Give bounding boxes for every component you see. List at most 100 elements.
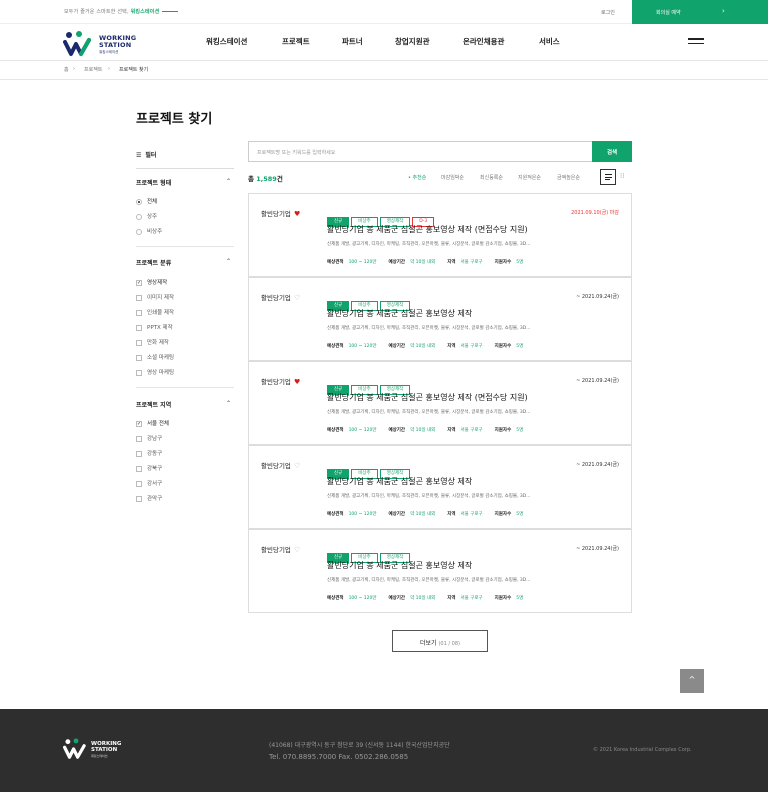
applicants-value: 5명 xyxy=(516,596,524,601)
sort-latest[interactable]: 최신등록순 xyxy=(480,174,503,181)
deadline-date: ~ 2021.09.24(금) xyxy=(576,294,619,300)
checkbox-checked[interactable]: ✓ xyxy=(136,279,142,286)
project-card[interactable]: 활빈당기업 ♡ 신규 비상주 영상제작 ~ 2021.09.24(금) 활빈당기업 봉 제… xyxy=(248,529,632,613)
radio-type-remote[interactable]: 비상주 xyxy=(136,227,162,235)
project-description: 신제품 개발, 광고기획, 디자인, 마케팅, 조직관리, 오픈마켓, 물류, … xyxy=(327,494,531,499)
radio[interactable] xyxy=(136,213,142,220)
nav-item-recruit[interactable]: 온라인채용관 xyxy=(463,36,504,47)
section-title-region[interactable]: 프로젝트 지역 xyxy=(136,400,171,409)
checkbox[interactable] xyxy=(136,309,142,316)
applicants-value: 5명 xyxy=(516,512,524,517)
checkbox-image[interactable]: 이미지 제작 xyxy=(136,293,174,301)
project-title[interactable]: 활빈당기업 봉 제품군 심절곤 홍보영상 제작 xyxy=(327,308,472,319)
nav-item-startup[interactable]: 창업지원관 xyxy=(395,36,430,47)
project-title[interactable]: 활빈당기업 봉 제품군 심절곤 홍보영상 제작 (면접수당 지원) xyxy=(327,224,528,235)
sort-highest-price[interactable]: 금액높은순 xyxy=(557,174,580,181)
search-button[interactable]: 검색 xyxy=(592,141,632,162)
company-name: 활빈당기업 ♡ xyxy=(261,546,301,554)
heart-icon[interactable]: ♡ xyxy=(294,462,300,470)
sort-recommended[interactable]: • 추천순 xyxy=(408,174,426,181)
heart-icon[interactable]: ♥ xyxy=(294,210,300,218)
checkbox[interactable] xyxy=(136,339,142,346)
section-title-type[interactable]: 프로젝트 형태 xyxy=(136,178,171,187)
checkbox-seoul-all[interactable]: ✓ 서울 전체 xyxy=(136,419,169,427)
checkbox[interactable] xyxy=(136,465,142,472)
breadcrumb-project[interactable]: 프로젝트 xyxy=(84,66,102,73)
meta-label: 예상견적 xyxy=(327,260,344,265)
checkbox-social[interactable]: 소셜 마케팅 xyxy=(136,353,174,361)
footer-logo[interactable]: WORKING STATION 워킹스테이션 xyxy=(63,737,133,761)
period-value: 약 10일 내외 xyxy=(410,428,436,433)
radio-checked[interactable] xyxy=(136,198,142,205)
chevron-up-icon[interactable]: ⌃ xyxy=(226,258,231,265)
checkbox-gwanak[interactable]: 관악구 xyxy=(136,494,162,502)
divider xyxy=(136,246,234,247)
checkbox-gangseo[interactable]: 강서구 xyxy=(136,479,162,487)
checkbox[interactable] xyxy=(136,495,142,502)
chevron-up-icon[interactable]: ⌃ xyxy=(226,178,231,185)
meta-label: 예상기간 xyxy=(388,596,406,601)
checkbox-pptx[interactable]: PPTX 제작 xyxy=(136,323,173,331)
breadcrumb-sep-icon: › xyxy=(73,66,75,72)
logo-mark-icon xyxy=(63,738,86,759)
breadcrumb-home[interactable]: 홈 xyxy=(64,66,69,73)
budget-value: 100 ~ 120만 xyxy=(348,512,377,517)
project-card[interactable]: 활빈당기업 ♥ 신규 비상주 영상제작 D-3 2021.09.10(금) 마감 활빈당기업… xyxy=(248,193,632,277)
checkbox[interactable] xyxy=(136,324,142,331)
region-value: 서울 구로구 xyxy=(460,428,483,433)
chevron-up-icon[interactable]: ⌃ xyxy=(226,400,231,407)
heart-icon[interactable]: ♥ xyxy=(294,378,300,386)
radio[interactable] xyxy=(136,228,142,235)
radio-type-all[interactable]: 전체 xyxy=(136,197,157,205)
checkbox[interactable] xyxy=(136,435,142,442)
menu-icon[interactable] xyxy=(688,38,704,46)
applicants-value: 5명 xyxy=(516,260,524,265)
nav-item-service[interactable]: 서비스 xyxy=(539,36,560,47)
nav-item-partner[interactable]: 파트너 xyxy=(342,36,363,47)
deadline-date: ~ 2021.09.24(금) xyxy=(576,378,619,384)
checkbox-comic[interactable]: 만화 제작 xyxy=(136,338,169,346)
heart-icon[interactable]: ♡ xyxy=(294,294,300,302)
radio-type-resident[interactable]: 상주 xyxy=(136,212,157,220)
project-card[interactable]: 활빈당기업 ♥ 신규 비상주 영상제작 ~ 2021.09.24(금) 활빈당기업 봉 제… xyxy=(248,361,632,445)
load-more-button[interactable]: 더보기 (01 / 08) xyxy=(392,630,488,652)
project-title[interactable]: 활빈당기업 봉 제품군 심절곤 홍보영상 제작 xyxy=(327,560,472,571)
checkbox[interactable] xyxy=(136,294,142,301)
meta-label: 지원자수 xyxy=(494,260,512,265)
list-view-icon[interactable] xyxy=(600,169,616,185)
checkbox-print[interactable]: 인쇄물 제작 xyxy=(136,308,174,316)
grid-view-icon[interactable]: ⁞⁞ xyxy=(620,172,628,180)
checkbox[interactable] xyxy=(136,369,142,376)
checkbox-checked[interactable]: ✓ xyxy=(136,420,142,427)
checkbox-gangdong[interactable]: 강동구 xyxy=(136,449,162,457)
project-title[interactable]: 활빈당기업 봉 제품군 심절곤 홍보영상 제작 (면접수당 지원) xyxy=(327,392,528,403)
checkbox-video[interactable]: ✓ 영상제작 xyxy=(136,278,167,286)
page-title: 프로젝트 찾기 xyxy=(136,112,213,127)
region-value: 서울 구로구 xyxy=(460,512,483,517)
project-card[interactable]: 활빈당기업 ♡ 신규 비상주 영상제작 ~ 2021.09.24(금) 활빈당기업 봉 제… xyxy=(248,277,632,361)
checkbox[interactable] xyxy=(136,480,142,487)
meta-label: 지원자수 xyxy=(494,344,512,349)
meeting-room-reserve-button[interactable]: 회의실 예약 › xyxy=(632,0,768,24)
sort-deadline[interactable]: 마감임박순 xyxy=(441,174,464,181)
period-value: 약 10일 내외 xyxy=(410,344,436,349)
heart-icon[interactable]: ♡ xyxy=(294,546,300,554)
checkbox-gangbuk[interactable]: 강북구 xyxy=(136,464,162,472)
checkbox-gangnam[interactable]: 강남구 xyxy=(136,434,162,442)
nav-item-workingstation[interactable]: 워킹스테이션 xyxy=(206,36,247,47)
nav-item-project[interactable]: 프로젝트 xyxy=(282,36,310,47)
sort-fewest-applicants[interactable]: 지원적은순 xyxy=(518,174,541,181)
project-title[interactable]: 활빈당기업 봉 제품군 심절곤 홍보영상 제작 xyxy=(327,476,472,487)
search-input[interactable]: 프로젝트명 또는 키워드를 입력하세요 xyxy=(248,141,593,162)
project-description: 신제품 개발, 광고기획, 디자인, 마케팅, 조직관리, 오픈마켓, 물류, … xyxy=(327,578,531,583)
period-value: 약 10일 내외 xyxy=(410,260,436,265)
checkbox-video-marketing[interactable]: 영상 마케팅 xyxy=(136,368,174,376)
project-card[interactable]: 활빈당기업 ♡ 신규 비상주 영상제작 ~ 2021.09.24(금) 활빈당기업 봉 제… xyxy=(248,445,632,529)
section-title-category[interactable]: 프로젝트 분류 xyxy=(136,258,171,267)
checkbox[interactable] xyxy=(136,450,142,457)
company-name: 활빈당기업 ♡ xyxy=(261,462,301,470)
login-link[interactable]: 로그인 xyxy=(601,9,615,16)
scroll-top-icon[interactable]: ^ xyxy=(680,669,704,693)
meta-label: 예상기간 xyxy=(388,260,406,265)
checkbox[interactable] xyxy=(136,354,142,361)
